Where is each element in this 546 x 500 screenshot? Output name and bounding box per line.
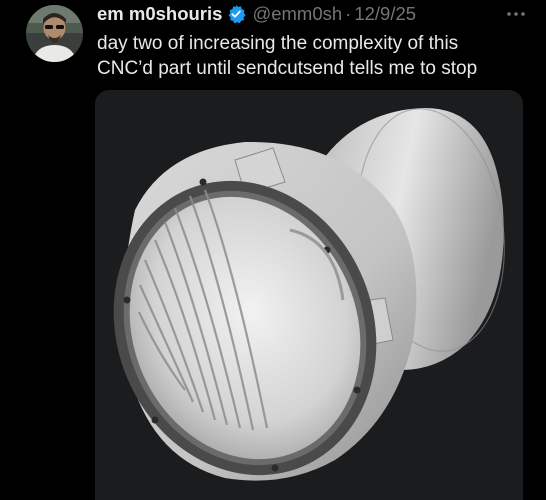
separator-dot: ·: [345, 3, 352, 24]
tweet: em m0shouris @emm0sh · 12/9/25 day two o…: [0, 0, 546, 500]
tweet-text-line: day two of increasing the complexity of …: [97, 33, 459, 54]
display-name[interactable]: em m0shouris: [97, 3, 222, 25]
cnc-part-render: [113, 108, 505, 481]
tweet-text: day two of increasing the complexity of …: [97, 31, 527, 81]
tweet-media-image[interactable]: [95, 90, 523, 500]
tweet-text-line: CNC’d part until sendcutsend tells me to…: [97, 58, 478, 79]
tweet-header: em m0shouris @emm0sh · 12/9/25: [97, 0, 416, 28]
author-handle[interactable]: @emm0sh: [252, 3, 342, 25]
verified-badge-icon: [226, 4, 246, 24]
avatar-image: [26, 5, 83, 62]
tweet-date[interactable]: 12/9/25: [354, 3, 416, 25]
more-options-icon[interactable]: [504, 2, 528, 26]
avatar[interactable]: [26, 5, 83, 62]
